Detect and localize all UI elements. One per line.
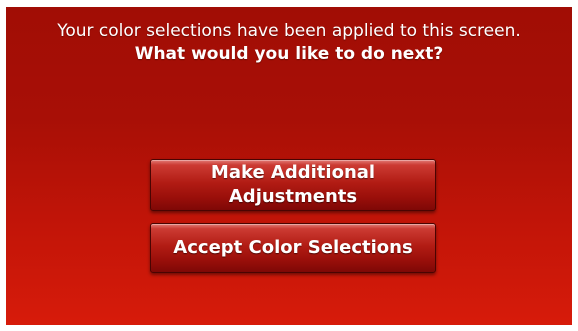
make-additional-adjustments-label-line1: Make Additional xyxy=(210,162,376,183)
make-additional-adjustments-label-line2: Adjustments xyxy=(228,186,358,207)
color-confirmation-screen: Your color selections have been applied … xyxy=(6,7,572,325)
confirmation-message: Your color selections have been applied … xyxy=(6,20,572,66)
accept-color-selections-label: Accept Color Selections xyxy=(173,237,413,258)
next-step-question: What would you like to do next? xyxy=(134,44,444,64)
make-additional-adjustments-button[interactable]: Make Additional Adjustments xyxy=(150,159,436,211)
applied-message: Your color selections have been applied … xyxy=(57,21,521,41)
accept-color-selections-button[interactable]: Accept Color Selections xyxy=(150,223,436,273)
